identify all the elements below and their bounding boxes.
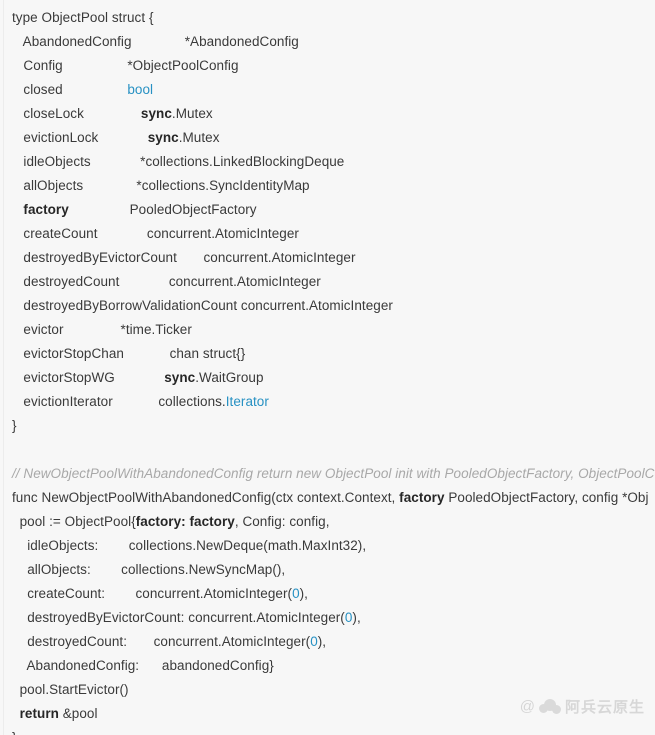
code-token: createCount: concurrent.AtomicInteger( (12, 586, 293, 601)
code-line: type ObjectPool struct { (0, 6, 655, 30)
code-line (0, 438, 655, 462)
code-token: bool (127, 82, 154, 97)
code-line: closed bool (0, 78, 655, 102)
code-token: Iterator (225, 394, 269, 409)
code-token: ), (352, 610, 361, 625)
code-token: , Config: config, (234, 514, 330, 529)
code-token: .WaitGroup (195, 370, 264, 385)
code-token: idleObjects: collections.NewDeque(math.M… (12, 538, 367, 553)
code-line: destroyedByEvictorCount: concurrent.Atom… (0, 606, 655, 630)
code-token: destroyedByBorrowValidationCount concurr… (12, 298, 393, 313)
code-line: destroyedByBorrowValidationCount concurr… (0, 294, 655, 318)
code-token: ), (299, 586, 308, 601)
code-token: &pool (58, 706, 98, 721)
code-token: evictionLock (12, 130, 148, 145)
code-block: type ObjectPool struct { AbandonedConfig… (0, 0, 655, 735)
code-line: func NewObjectPoolWithAbandonedConfig(ct… (0, 486, 655, 510)
code-screenshot: type ObjectPool struct { AbandonedConfig… (0, 0, 655, 735)
code-token: factory (12, 202, 69, 217)
code-line: factory PooledObjectFactory (0, 198, 655, 222)
code-line: closeLock sync.Mutex (0, 102, 655, 126)
code-token: PooledObjectFactory (68, 202, 257, 217)
code-token: destroyedByEvictorCount concurrent.Atomi… (12, 250, 356, 265)
code-line: createCount: concurrent.AtomicInteger(0)… (0, 582, 655, 606)
code-token: createCount concurrent.AtomicInteger (12, 226, 299, 241)
code-token: destroyedByEvictorCount: concurrent.Atom… (12, 610, 345, 625)
code-token: pool.StartEvictor() (12, 682, 129, 697)
code-token: factory: factory (135, 514, 235, 529)
code-line: evictionIterator collections.Iterator (0, 390, 655, 414)
code-token: .Mutex (178, 130, 220, 145)
code-line: evictionLock sync.Mutex (0, 126, 655, 150)
code-line: destroyedCount concurrent.AtomicInteger (0, 270, 655, 294)
code-line: AbandonedConfig *AbandonedConfig (0, 30, 655, 54)
code-token: closed (12, 82, 128, 97)
code-line: // NewObjectPoolWithAbandonedConfig retu… (0, 462, 655, 486)
code-token: sync (164, 370, 196, 385)
code-token: 0 (310, 634, 318, 649)
code-token: AbandonedConfig: abandonedConfig} (12, 658, 274, 673)
code-token: Config *ObjectPoolConfig (12, 58, 239, 73)
code-line: pool.StartEvictor() (0, 678, 655, 702)
code-token: type ObjectPool struct { (12, 10, 154, 25)
code-token: pool := ObjectPool{ (12, 514, 136, 529)
code-line: AbandonedConfig: abandonedConfig} (0, 654, 655, 678)
code-line: destroyedByEvictorCount concurrent.Atomi… (0, 246, 655, 270)
code-token: allObjects: collections.NewSyncMap(), (12, 562, 286, 577)
code-line: allObjects *collections.SyncIdentityMap (0, 174, 655, 198)
code-line: createCount concurrent.AtomicInteger (0, 222, 655, 246)
code-token: destroyedCount concurrent.AtomicInteger (12, 274, 321, 289)
code-token: return (19, 706, 59, 721)
code-line: return &pool (0, 702, 655, 726)
code-token: func NewObjectPoolWithAbandonedConfig(ct… (12, 490, 400, 505)
code-line: evictorStopWG sync.WaitGroup (0, 366, 655, 390)
code-token: destroyedCount: concurrent.AtomicInteger… (12, 634, 311, 649)
code-token: evictorStopWG (12, 370, 165, 385)
code-line: idleObjects *collections.LinkedBlockingD… (0, 150, 655, 174)
code-line: allObjects: collections.NewSyncMap(), (0, 558, 655, 582)
code-token: evictorStopChan chan struct{} (12, 346, 246, 361)
code-line: } (0, 414, 655, 438)
code-line: Config *ObjectPoolConfig (0, 54, 655, 78)
code-token: } (12, 418, 17, 433)
code-token: 0 (292, 586, 300, 601)
code-token: evictionIterator collections. (12, 394, 226, 409)
code-line: pool := ObjectPool{factory: factory, Con… (0, 510, 655, 534)
code-token: PooledObjectFactory, config *Obj (444, 490, 649, 505)
code-line: evictor *time.Ticker (0, 318, 655, 342)
code-token: idleObjects *collections.LinkedBlockingD… (12, 154, 345, 169)
code-token: allObjects *collections.SyncIdentityMap (12, 178, 310, 193)
code-line: destroyedCount: concurrent.AtomicInteger… (0, 630, 655, 654)
code-token: sync (147, 130, 179, 145)
code-token: AbandonedConfig *AbandonedConfig (12, 34, 299, 49)
code-token: ), (317, 634, 327, 649)
code-token: evictor *time.Ticker (12, 322, 192, 337)
code-token: closeLock (12, 106, 141, 121)
code-line: } (0, 726, 655, 735)
code-token: } (12, 730, 17, 735)
code-token: .Mutex (171, 106, 213, 121)
code-token: factory (399, 490, 445, 505)
code-line: evictorStopChan chan struct{} (0, 342, 655, 366)
code-line: idleObjects: collections.NewDeque(math.M… (0, 534, 655, 558)
code-token: sync (140, 106, 172, 121)
code-token: // NewObjectPoolWithAbandonedConfig retu… (12, 466, 655, 481)
